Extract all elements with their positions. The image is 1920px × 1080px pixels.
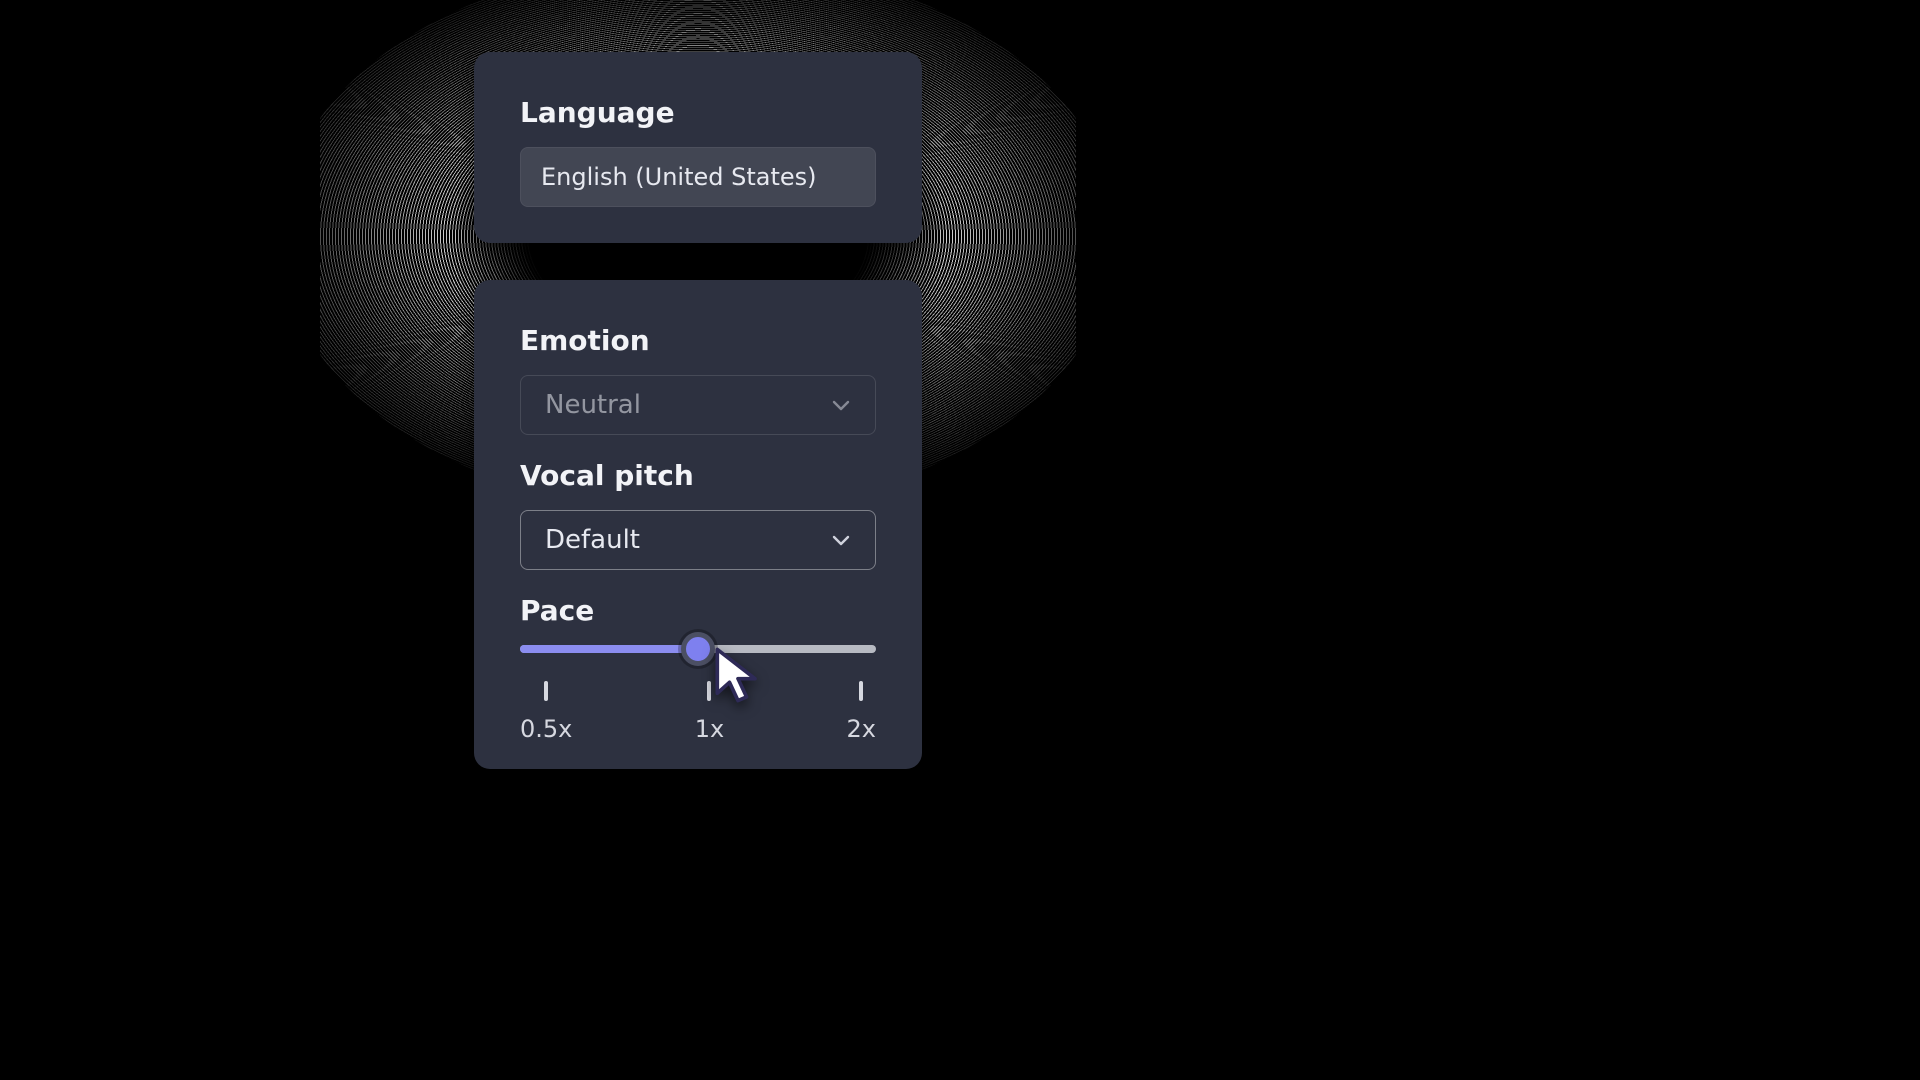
pace-ticks: 0.5x 1x 2x — [520, 681, 876, 743]
pace-track — [520, 645, 876, 653]
pace-label: Pace — [520, 594, 876, 627]
tick-label-mid: 1x — [695, 715, 724, 743]
emotion-value: Neutral — [545, 390, 641, 420]
language-label: Language — [520, 96, 876, 129]
chevron-down-icon — [829, 528, 853, 552]
pitch-label: Vocal pitch — [520, 459, 876, 492]
tick-mark — [859, 681, 863, 701]
tick-mark — [707, 681, 711, 701]
tick-mark — [544, 681, 548, 701]
voice-settings-card: Emotion Neutral Vocal pitch Default Pace… — [474, 280, 922, 769]
language-card: Language English (United States) — [474, 52, 922, 243]
language-field[interactable]: English (United States) — [520, 147, 876, 207]
pace-fill — [520, 645, 698, 653]
tick-label-min: 0.5x — [520, 715, 572, 743]
emotion-label: Emotion — [520, 324, 876, 357]
pace-thumb[interactable] — [681, 632, 715, 666]
emotion-select: Neutral — [520, 375, 876, 435]
pace-slider[interactable]: 0.5x 1x 2x — [520, 645, 876, 743]
pitch-select[interactable]: Default — [520, 510, 876, 570]
chevron-down-icon — [829, 393, 853, 417]
language-value: English (United States) — [541, 163, 817, 191]
pitch-value: Default — [545, 525, 640, 555]
tick-label-max: 2x — [847, 715, 876, 743]
